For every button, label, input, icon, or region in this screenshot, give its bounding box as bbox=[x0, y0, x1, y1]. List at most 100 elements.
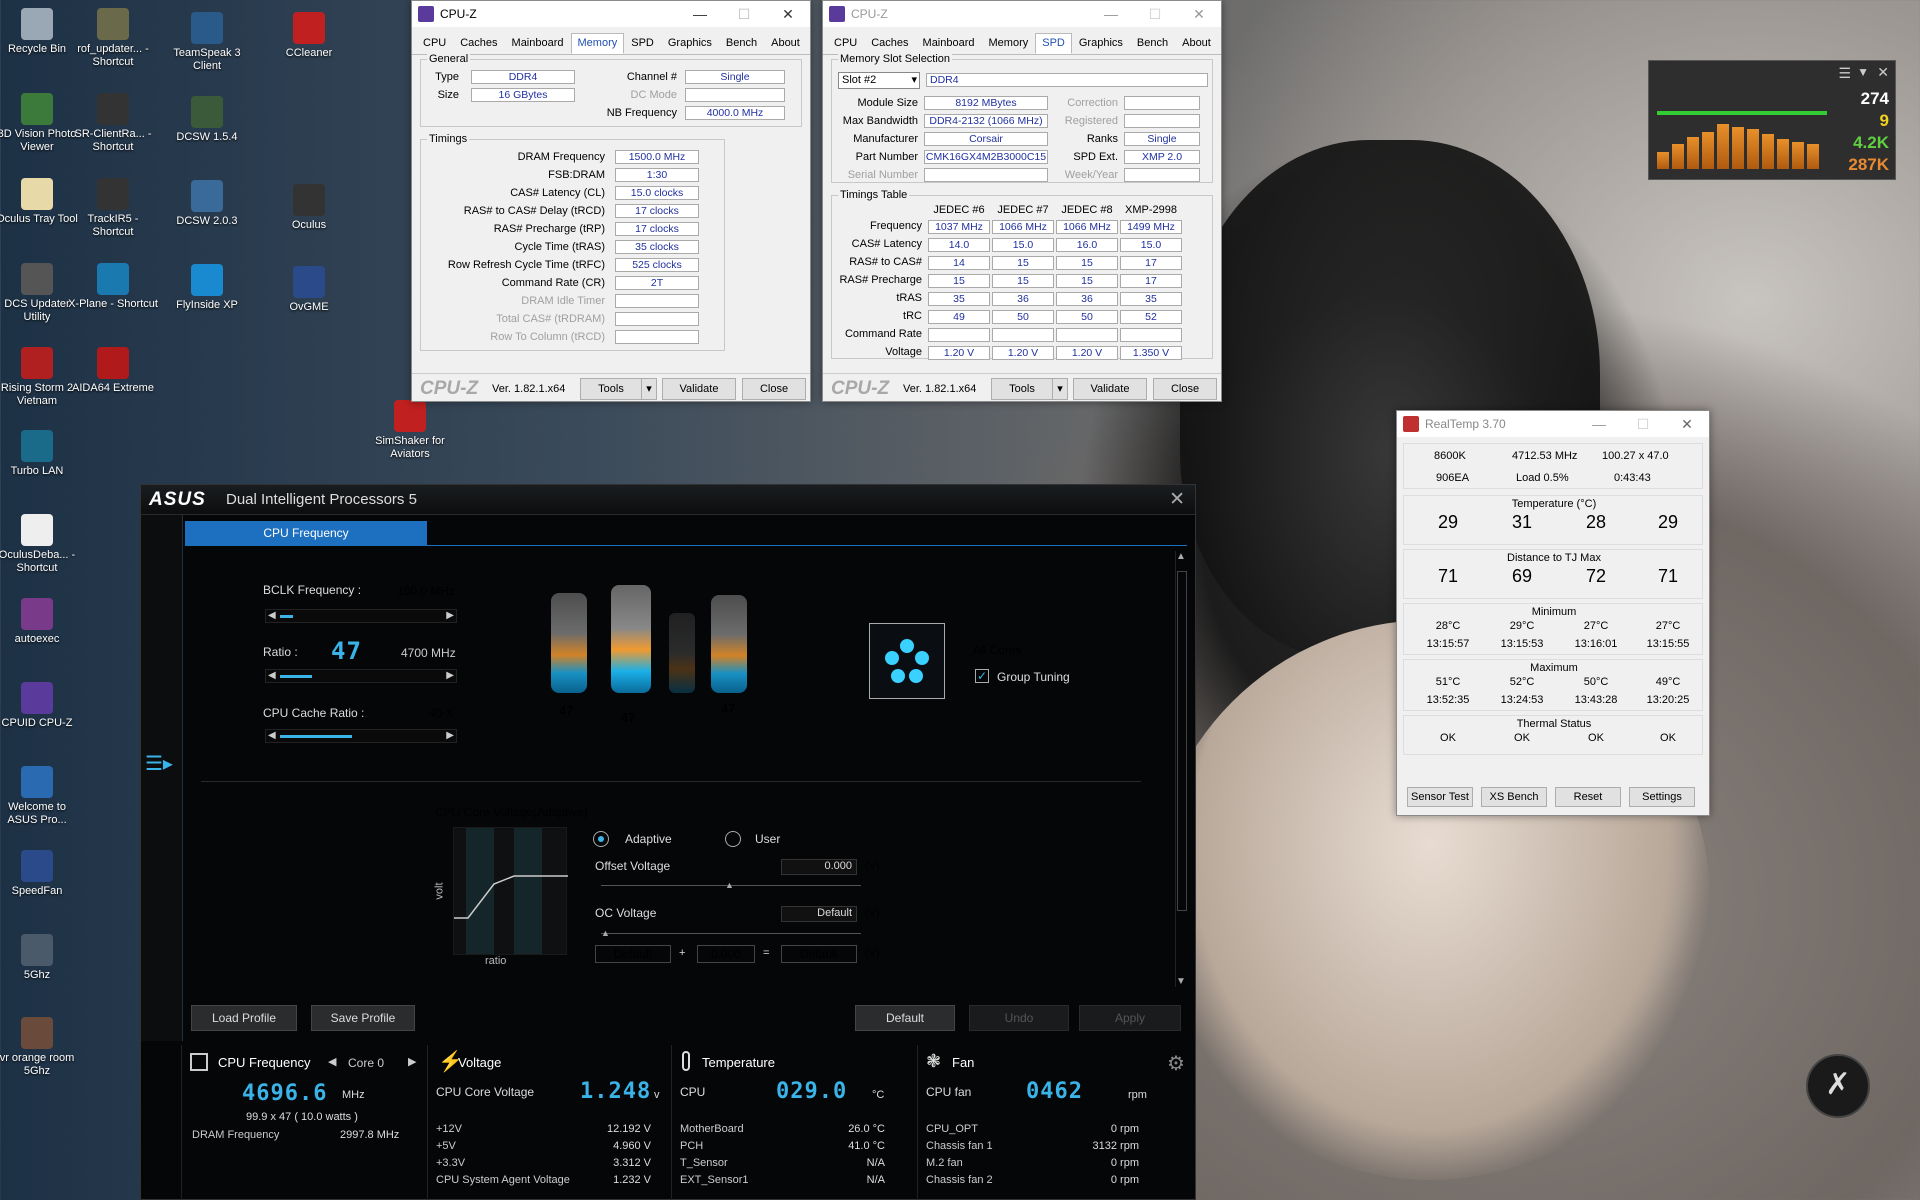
floating-tool-button[interactable]: ✗ bbox=[1806, 1054, 1870, 1118]
core-next-icon[interactable]: ▶ bbox=[408, 1055, 416, 1068]
minimize-icon[interactable]: — bbox=[1089, 1, 1133, 27]
bclk-slider[interactable]: ◀ ▶ bbox=[265, 609, 457, 623]
tools-button[interactable]: Tools bbox=[991, 378, 1053, 400]
apply-button[interactable]: Apply bbox=[1079, 1005, 1181, 1031]
desktop-icon[interactable]: OvGME bbox=[264, 266, 354, 314]
tab-cpu[interactable]: CPU bbox=[416, 33, 453, 54]
desktop-icon[interactable]: DCSW 2.0.3 bbox=[162, 180, 252, 228]
group-label: Timings bbox=[427, 133, 470, 145]
settings-button[interactable]: Settings bbox=[1629, 787, 1695, 807]
cpu-bar bbox=[1792, 141, 1804, 169]
tab-cpu[interactable]: CPU bbox=[827, 33, 864, 54]
offset-slider[interactable]: ▲ bbox=[601, 880, 861, 890]
adaptive-radio[interactable] bbox=[593, 831, 609, 847]
minimize-icon[interactable]: — bbox=[1577, 411, 1621, 437]
desktop-icon[interactable]: rof_updater... - Shortcut bbox=[68, 8, 158, 69]
reset-button[interactable]: Reset bbox=[1555, 787, 1621, 807]
load-profile-button[interactable]: Load Profile bbox=[191, 1005, 297, 1031]
sensor-test-button[interactable]: Sensor Test bbox=[1407, 787, 1473, 807]
desktop-icon[interactable]: AIDA64 Extreme bbox=[68, 347, 158, 395]
maximize-icon[interactable]: ☐ bbox=[722, 1, 766, 27]
maximize-icon[interactable]: ☐ bbox=[1621, 411, 1665, 437]
bclk-value: 100.0 MHz bbox=[397, 584, 456, 598]
core-prev-icon[interactable]: ◀ bbox=[328, 1055, 336, 1068]
desktop-icon[interactable]: 5Ghz bbox=[0, 934, 82, 982]
dcmode-value bbox=[685, 88, 785, 102]
desktop-icon[interactable]: autoexec bbox=[0, 598, 82, 646]
monitor-row-value: 0 rpm bbox=[1110, 1157, 1139, 1169]
desktop-icon[interactable]: Turbo LAN bbox=[0, 430, 82, 478]
tab-graphics[interactable]: Graphics bbox=[661, 33, 719, 54]
desktop-icon[interactable]: OculusDeba... - Shortcut bbox=[0, 514, 82, 575]
save-profile-button[interactable]: Save Profile bbox=[311, 1005, 415, 1031]
desktop-icon[interactable]: Welcome to ASUS Pro... bbox=[0, 766, 82, 827]
tab-graphics[interactable]: Graphics bbox=[1072, 33, 1130, 54]
validate-button[interactable]: Validate bbox=[1073, 378, 1147, 400]
tab-cpu-frequency[interactable]: CPU Frequency bbox=[185, 521, 427, 545]
desktop-icon-label: OculusDeba... - Shortcut bbox=[0, 549, 76, 574]
tab-bench[interactable]: Bench bbox=[719, 33, 764, 54]
xs-bench-button[interactable]: XS Bench bbox=[1481, 787, 1547, 807]
asus-titlebar[interactable]: ASUS Dual Intelligent Processors 5 ✕ bbox=[141, 485, 1195, 515]
close-button[interactable]: Close bbox=[742, 378, 806, 400]
tab-spd[interactable]: SPD bbox=[1035, 33, 1072, 54]
close-icon[interactable]: ✕ bbox=[1169, 488, 1185, 511]
ratio-slider[interactable]: ◀ ▶ bbox=[265, 669, 457, 683]
desktop-icon[interactable]: CCleaner bbox=[264, 12, 354, 60]
menu-expand-icon[interactable]: ☰▸ bbox=[145, 751, 173, 776]
desktop-icon[interactable]: SimShaker for Aviators bbox=[365, 400, 455, 461]
tab-mainboard[interactable]: Mainboard bbox=[505, 33, 571, 54]
close-icon[interactable]: ✕ bbox=[1665, 411, 1709, 437]
desktop-icon[interactable]: SpeedFan bbox=[0, 850, 82, 898]
offset-voltage-input[interactable]: 0.000 bbox=[781, 859, 857, 875]
user-radio[interactable] bbox=[725, 831, 741, 847]
desktop-icon[interactable]: Oculus bbox=[264, 184, 354, 232]
realtemp-titlebar[interactable]: RealTemp 3.70 — ☐ ✕ bbox=[1397, 411, 1709, 437]
all-cores-link[interactable]: All Cores bbox=[973, 643, 1022, 657]
tab-about[interactable]: About bbox=[1175, 33, 1218, 54]
menu-icon[interactable]: ☰ bbox=[1838, 65, 1851, 82]
group-tuning-checkbox[interactable]: ✓ bbox=[975, 669, 989, 683]
tab-mainboard[interactable]: Mainboard bbox=[916, 33, 982, 54]
close-icon[interactable]: ✕ bbox=[766, 1, 810, 27]
desktop-icon[interactable]: DCSW 1.5.4 bbox=[162, 96, 252, 144]
desktop-icon[interactable]: SR-ClientRa... - Shortcut bbox=[68, 93, 158, 154]
tab-memory[interactable]: Memory bbox=[982, 33, 1036, 54]
oc-voltage-input[interactable]: Default bbox=[781, 906, 857, 922]
chevron-down-icon[interactable]: ▼ bbox=[1857, 65, 1869, 79]
all-cores-icon[interactable] bbox=[869, 623, 945, 699]
tab-caches[interactable]: Caches bbox=[453, 33, 504, 54]
scrollbar[interactable]: ▲ ▼ bbox=[1175, 551, 1187, 987]
cache-ratio-slider[interactable]: ◀ ▶ bbox=[265, 729, 457, 743]
cpuz-spd-titlebar[interactable]: CPU-Z — ☐ ✕ bbox=[823, 1, 1221, 27]
tab-about[interactable]: About bbox=[764, 33, 807, 54]
tab-bench[interactable]: Bench bbox=[1130, 33, 1175, 54]
minimize-icon[interactable]: — bbox=[678, 1, 722, 27]
undo-button[interactable]: Undo bbox=[969, 1005, 1069, 1031]
tab-spd[interactable]: SPD bbox=[624, 33, 661, 54]
close-button[interactable]: Close bbox=[1153, 378, 1217, 400]
default-button[interactable]: Default bbox=[855, 1005, 955, 1031]
desktop-icon[interactable]: CPUID CPU-Z bbox=[0, 682, 82, 730]
tools-dropdown-icon[interactable]: ▾ bbox=[1052, 378, 1068, 400]
tab-caches[interactable]: Caches bbox=[864, 33, 915, 54]
monitor-row-value: 0 rpm bbox=[1110, 1174, 1139, 1186]
close-icon[interactable]: ✕ bbox=[1877, 64, 1889, 81]
maximize-icon[interactable]: ☐ bbox=[1133, 1, 1177, 27]
tools-dropdown-icon[interactable]: ▾ bbox=[641, 378, 657, 400]
core-selector[interactable]: Core 0 bbox=[348, 1056, 384, 1070]
tools-button[interactable]: Tools bbox=[580, 378, 642, 400]
close-icon[interactable]: ✕ bbox=[1177, 1, 1221, 27]
validate-button[interactable]: Validate bbox=[662, 378, 736, 400]
settings-gear-icon[interactable]: ⚙ bbox=[1167, 1051, 1185, 1076]
desktop-icon[interactable]: TrackIR5 - Shortcut bbox=[68, 178, 158, 239]
desktop-icon[interactable]: TeamSpeak 3 Client bbox=[162, 12, 252, 73]
slot-select[interactable]: Slot #2 ▾ bbox=[838, 72, 920, 89]
desktop-icon[interactable]: X-Plane - Shortcut bbox=[68, 263, 158, 311]
tab-memory[interactable]: Memory bbox=[570, 33, 625, 54]
image-icon bbox=[21, 1017, 53, 1049]
cpuz-memory-titlebar[interactable]: CPU-Z — ☐ ✕ bbox=[412, 1, 810, 27]
desktop-icon[interactable]: vr orange room 5Ghz bbox=[0, 1017, 82, 1078]
oc-slider[interactable]: ▲ bbox=[601, 928, 861, 938]
desktop-icon[interactable]: FlyInside XP bbox=[162, 264, 252, 312]
